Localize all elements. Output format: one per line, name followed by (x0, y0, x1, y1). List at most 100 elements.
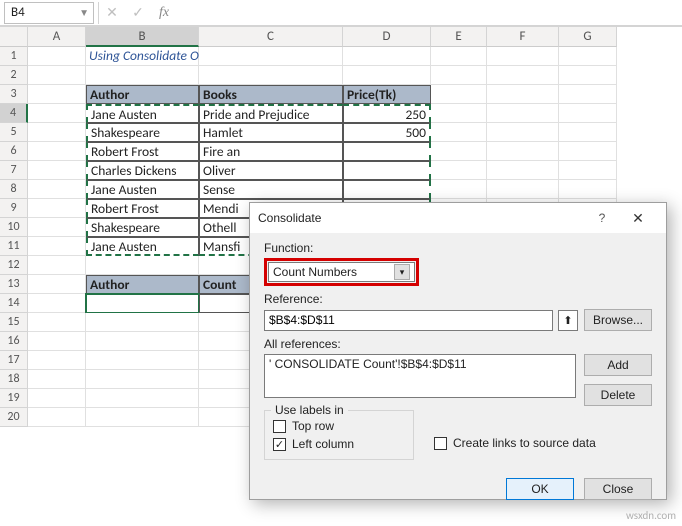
cell[interactable] (28, 332, 86, 351)
cell[interactable]: Jane Austen (86, 237, 199, 256)
cell[interactable]: Shakespeare (86, 218, 199, 237)
function-select[interactable]: Count Numbers ▾ (268, 262, 415, 282)
cell[interactable] (431, 104, 487, 123)
row-header[interactable]: 2 (0, 66, 28, 85)
add-button[interactable]: Add (584, 354, 652, 376)
cell[interactable] (487, 47, 559, 66)
cell[interactable] (28, 275, 86, 294)
cell[interactable] (28, 313, 86, 332)
close-button[interactable]: Close (584, 478, 652, 500)
col-header-D[interactable]: D (343, 27, 431, 47)
col-header-G[interactable]: G (559, 27, 617, 47)
name-box[interactable]: B4 ▼ (4, 2, 94, 24)
cell[interactable] (487, 180, 559, 199)
row-header[interactable]: 13 (0, 275, 28, 294)
cell[interactable]: 500 (343, 123, 431, 142)
cell[interactable] (28, 218, 86, 237)
cell[interactable] (487, 85, 559, 104)
cell[interactable]: Oliver (199, 161, 343, 180)
cell[interactable] (431, 161, 487, 180)
row-header[interactable]: 20 (0, 408, 28, 427)
reference-input[interactable] (264, 310, 553, 331)
col-header-C[interactable]: C (199, 27, 343, 47)
table1-header-books[interactable]: Books (199, 85, 343, 104)
cell[interactable] (199, 47, 343, 66)
active-cell[interactable]: Jane Austen (86, 104, 199, 123)
collapse-dialog-icon[interactable]: ⬆ (558, 310, 578, 331)
row-header[interactable]: 10 (0, 218, 28, 237)
row-header[interactable]: 11 (0, 237, 28, 256)
row-header[interactable]: 15 (0, 313, 28, 332)
cell[interactable] (559, 66, 617, 85)
name-box-dropdown-icon[interactable]: ▼ (79, 6, 93, 19)
cell[interactable] (431, 66, 487, 85)
row-header[interactable]: 12 (0, 256, 28, 275)
cell[interactable] (28, 142, 86, 161)
cell[interactable] (28, 123, 86, 142)
cell[interactable] (28, 294, 86, 313)
create-links-checkbox[interactable] (434, 437, 447, 450)
cell[interactable]: Robert Frost (86, 199, 199, 218)
cell[interactable] (559, 142, 617, 161)
cell[interactable] (487, 104, 559, 123)
top-row-checkbox[interactable] (273, 420, 286, 433)
ok-button[interactable]: OK (506, 478, 574, 500)
cell[interactable] (431, 123, 487, 142)
cell[interactable]: Robert Frost (86, 142, 199, 161)
cell[interactable] (86, 66, 199, 85)
dialog-close-icon[interactable]: ✕ (618, 210, 658, 227)
cell[interactable] (86, 351, 199, 370)
browse-button[interactable]: Browse... (584, 309, 652, 331)
cell[interactable]: 250 (343, 104, 431, 123)
cell[interactable] (487, 161, 559, 180)
cell[interactable] (343, 180, 431, 199)
table1-header-price[interactable]: Price(Tk) (343, 85, 431, 104)
row-header[interactable]: 6 (0, 142, 28, 161)
cell[interactable] (431, 180, 487, 199)
cell[interactable] (343, 161, 431, 180)
dest-cell-b14[interactable] (86, 294, 199, 313)
cell[interactable] (343, 47, 431, 66)
reference-field[interactable] (269, 313, 548, 327)
cell[interactable] (559, 123, 617, 142)
row-header[interactable]: 5 (0, 123, 28, 142)
row-header[interactable]: 17 (0, 351, 28, 370)
cell[interactable] (28, 351, 86, 370)
cell[interactable]: Sense (199, 180, 343, 199)
cell[interactable] (28, 85, 86, 104)
table2-header-author[interactable]: Author (86, 275, 199, 294)
cell[interactable] (28, 66, 86, 85)
page-title[interactable]: Using Consolidate Option (86, 47, 199, 66)
left-column-checkbox[interactable]: ✓ (273, 438, 286, 451)
row-header[interactable]: 8 (0, 180, 28, 199)
dialog-help-icon[interactable]: ? (586, 211, 618, 225)
table1-header-author[interactable]: Author (86, 85, 199, 104)
cell[interactable] (431, 47, 487, 66)
col-header-B[interactable]: B (86, 27, 199, 47)
cell[interactable] (559, 161, 617, 180)
cell[interactable] (199, 66, 343, 85)
cell[interactable]: Hamlet (199, 123, 343, 142)
col-header-E[interactable]: E (431, 27, 487, 47)
row-header[interactable]: 16 (0, 332, 28, 351)
row-header[interactable]: 3 (0, 85, 28, 104)
cell[interactable]: Jane Austen (86, 180, 199, 199)
cell[interactable] (343, 142, 431, 161)
fx-icon[interactable]: fx (151, 5, 177, 21)
cell[interactable] (559, 85, 617, 104)
cell[interactable] (28, 104, 86, 123)
col-header-F[interactable]: F (487, 27, 559, 47)
cell[interactable] (343, 66, 431, 85)
all-references-list[interactable]: ' CONSOLIDATE Count'!$B$4:$D$11 (264, 354, 576, 398)
cell[interactable] (559, 180, 617, 199)
cell[interactable] (487, 123, 559, 142)
row-header[interactable]: 4 (0, 104, 28, 123)
cell[interactable] (431, 85, 487, 104)
row-header[interactable]: 7 (0, 161, 28, 180)
cell[interactable] (28, 180, 86, 199)
cell[interactable] (28, 47, 86, 66)
cell[interactable]: Pride and Prejudice (199, 104, 343, 123)
cell[interactable] (559, 47, 617, 66)
cell[interactable] (28, 199, 86, 218)
cell[interactable]: Shakespeare (86, 123, 199, 142)
